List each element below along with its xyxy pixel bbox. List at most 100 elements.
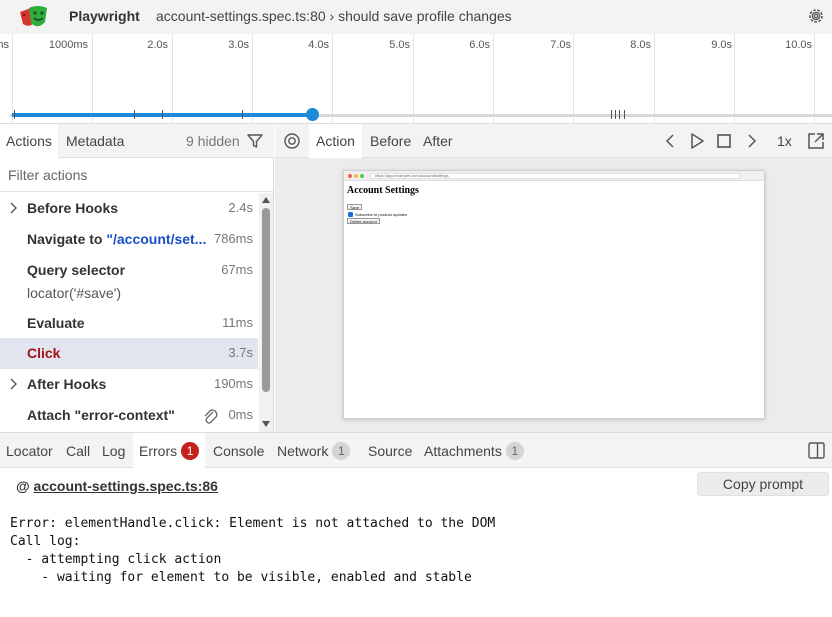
tick-label: 1000ms	[48, 39, 88, 51]
maximize-dot-icon	[360, 174, 364, 178]
close-dot-icon	[348, 174, 352, 178]
tab-network[interactable]: Network 1	[271, 433, 356, 469]
snapshot-checkbox-label: Subscribe to product updates	[355, 212, 408, 217]
action-title: Navigate to "/account/set...	[27, 231, 206, 247]
open-external-icon[interactable]	[807, 132, 825, 150]
action-title: Attach "error-context"	[27, 407, 175, 423]
tab-errors[interactable]: Errors 1	[133, 433, 206, 469]
tick-line	[172, 34, 173, 124]
filter-actions-input[interactable]	[0, 158, 273, 192]
action-title: Query selector	[27, 262, 126, 278]
tab-attachments[interactable]: Attachments 1	[418, 433, 530, 469]
playback-speed[interactable]: 1x	[777, 133, 792, 149]
play-icon[interactable]	[688, 132, 706, 150]
snapshot-checkbox	[348, 212, 353, 217]
chevron-right-icon[interactable]	[742, 132, 760, 150]
hidden-actions-count[interactable]: 9 hidden	[186, 133, 240, 149]
paperclip-icon[interactable]	[202, 407, 218, 425]
timeline-action-mark	[615, 110, 616, 119]
snapshot-delete-button: Delete account	[347, 218, 380, 224]
tab-attachments-label: Attachments	[424, 443, 502, 459]
action-url: "/account/set...	[106, 231, 207, 247]
tab-log[interactable]: Log	[96, 433, 131, 469]
tick-label: 3.0s	[228, 39, 249, 51]
stop-icon[interactable]	[715, 132, 733, 150]
timeline-scrub-handle[interactable]	[306, 108, 319, 121]
action-locator: locator('#save')	[27, 285, 122, 301]
action-item-after-hooks[interactable]: After Hooks 190ms	[0, 369, 258, 400]
tick-label: ms	[0, 39, 9, 51]
network-count-badge: 1	[332, 442, 351, 460]
tick-line	[493, 34, 494, 124]
tick-label: 6.0s	[469, 39, 490, 51]
action-title: Click	[27, 345, 61, 361]
action-list-scrollbar[interactable]	[259, 193, 273, 432]
tab-after[interactable]: After	[416, 124, 460, 158]
action-item-attach[interactable]: Attach "error-context" 0ms	[0, 400, 258, 432]
minimize-dot-icon	[354, 174, 358, 178]
tab-action[interactable]: Action	[309, 124, 362, 158]
action-item-navigate[interactable]: Navigate to "/account/set... 786ms	[0, 224, 258, 255]
action-title: After Hooks	[27, 376, 107, 392]
action-duration: 190ms	[213, 376, 253, 391]
snapshot-browser-chrome: https://app.example.com/account/settings	[344, 171, 764, 181]
tab-actions[interactable]: Actions	[0, 124, 58, 158]
chevron-left-icon[interactable]	[662, 132, 680, 150]
action-duration: 0ms	[228, 407, 253, 422]
filter-icon[interactable]	[246, 132, 264, 150]
tick-label: 2.0s	[147, 39, 168, 51]
tick-line	[92, 34, 93, 124]
tab-console[interactable]: Console	[207, 433, 270, 469]
chevron-right-icon[interactable]	[8, 202, 18, 214]
timeline[interactable]: ms 1000ms 2.0s 3.0s 4.0s 5.0s 6.0s 7.0s …	[0, 34, 832, 124]
actions-panel: Actions Metadata 9 hidden Before Hooks 2…	[0, 124, 274, 432]
snapshot-url-bar: https://app.example.com/account/settings	[370, 173, 740, 179]
action-duration: 2.4s	[228, 200, 253, 215]
attachments-count-badge: 1	[505, 442, 524, 460]
page-snapshot[interactable]: https://app.example.com/account/settings…	[343, 170, 765, 419]
error-source-link[interactable]: account-settings.spec.ts:86	[34, 478, 218, 494]
tick-line	[12, 34, 13, 124]
tick-label: 7.0s	[550, 39, 571, 51]
toggle-sidebar-icon[interactable]	[808, 442, 825, 459]
action-item-query-selector[interactable]: Query selector locator('#save') 67ms	[0, 255, 258, 308]
tab-metadata[interactable]: Metadata	[58, 124, 124, 158]
pick-locator-icon[interactable]	[283, 132, 301, 150]
timeline-action-mark	[611, 110, 612, 119]
timeline-action-mark	[134, 110, 135, 119]
action-item-click[interactable]: Click 3.7s	[0, 338, 258, 369]
tick-label: 10.0s	[785, 39, 812, 51]
action-title-text: Navigate to	[27, 231, 107, 247]
action-title: Before Hooks	[27, 200, 119, 216]
scroll-up-arrow-icon[interactable]	[262, 197, 270, 203]
tab-errors-label: Errors	[139, 443, 178, 459]
tick-line	[332, 34, 333, 124]
gear-icon[interactable]	[806, 6, 826, 26]
copy-prompt-button[interactable]: Copy prompt	[697, 472, 829, 496]
action-duration: 11ms	[222, 315, 253, 330]
scrollbar-thumb[interactable]	[262, 208, 270, 392]
action-item-before-hooks[interactable]: Before Hooks 2.4s	[0, 193, 258, 224]
timeline-action-mark	[624, 110, 625, 119]
snapshot-save-button: Save	[347, 204, 363, 210]
title-bar: Playwright account-settings.spec.ts:80 ›…	[0, 0, 832, 34]
timeline-action-mark	[162, 110, 163, 119]
timeline-action-mark	[619, 110, 620, 119]
tick-label: 5.0s	[389, 39, 410, 51]
chevron-right-icon[interactable]	[8, 378, 18, 390]
action-duration: 786ms	[213, 231, 253, 246]
errors-count-badge: 1	[181, 442, 200, 460]
action-duration: 3.7s	[228, 345, 253, 360]
tab-source[interactable]: Source	[362, 433, 418, 469]
tick-line	[734, 34, 735, 124]
tab-call[interactable]: Call	[60, 433, 96, 469]
snapshot-tab-bar: Action Before After 1x	[275, 124, 832, 158]
tab-before[interactable]: Before	[363, 124, 418, 158]
action-list: Before Hooks 2.4s Navigate to "/account/…	[0, 193, 258, 432]
action-item-evaluate[interactable]: Evaluate 11ms	[0, 308, 258, 338]
tick-line	[814, 34, 815, 124]
test-title: account-settings.spec.ts:80 › should sav…	[156, 8, 512, 24]
tab-locator[interactable]: Locator	[0, 433, 59, 469]
tab-network-label: Network	[277, 443, 329, 459]
scroll-down-arrow-icon[interactable]	[262, 421, 270, 427]
